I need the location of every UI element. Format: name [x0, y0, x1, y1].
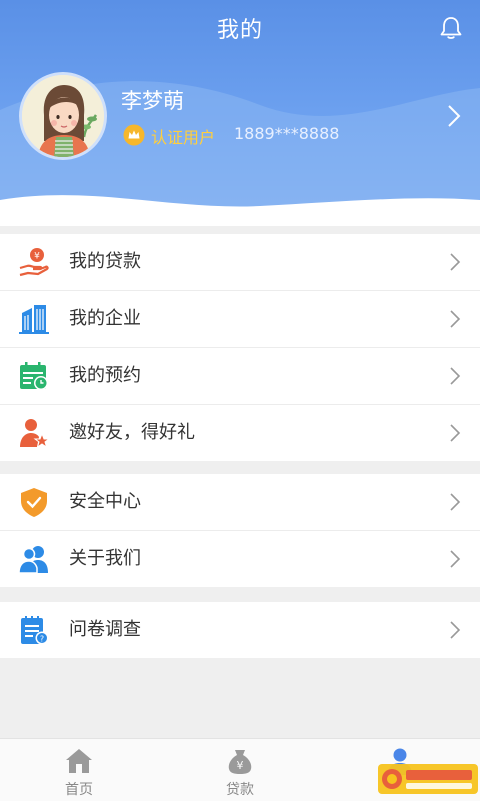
- chevron-right-icon: [450, 253, 461, 271]
- loan-hand-icon: ¥: [19, 248, 49, 277]
- calendar-clock-icon: [20, 362, 48, 390]
- chevron-right-icon: [450, 550, 461, 568]
- svg-text:¥: ¥: [237, 759, 244, 772]
- avatar-illustration: [22, 75, 104, 157]
- chevron-right-icon: [450, 424, 461, 442]
- menu-item-my-loans[interactable]: ¥ 我的贷款: [0, 234, 480, 291]
- chevron-right-icon: [450, 493, 461, 511]
- home-icon: [66, 749, 92, 773]
- menu-group-main: ¥ 我的贷款 我的企业 我的预约 邀好友，得好礼: [0, 234, 480, 461]
- chevron-right-icon: [450, 621, 461, 639]
- svg-text:¥: ¥: [34, 252, 40, 262]
- money-bag-icon: ¥: [228, 750, 252, 774]
- chevron-right-icon[interactable]: [446, 103, 462, 129]
- nav-item-home[interactable]: 首页: [29, 739, 129, 801]
- menu-item-security-center[interactable]: 安全中心: [0, 474, 480, 531]
- menu-item-my-enterprise[interactable]: 我的企业: [0, 291, 480, 348]
- svg-text:?: ?: [40, 635, 44, 644]
- menu-item-about-us[interactable]: 关于我们: [0, 531, 480, 587]
- menu-item-label: 关于我们: [69, 548, 141, 569]
- verified-user-badge: 认证用户: [151, 128, 216, 147]
- chevron-right-icon: [450, 367, 461, 385]
- avatar[interactable]: [19, 72, 107, 160]
- watermark-logo: [378, 764, 478, 794]
- menu-group-survey: ? 问卷调查: [0, 602, 480, 658]
- crown-icon: [123, 124, 145, 146]
- survey-icon: ?: [21, 616, 49, 645]
- menu-item-survey[interactable]: ? 问卷调查: [0, 602, 480, 658]
- nav-label: 贷款: [226, 782, 254, 798]
- chevron-right-icon: [450, 310, 461, 328]
- user-name: 李梦萌: [121, 89, 184, 113]
- invite-friend-icon: [20, 419, 50, 449]
- users-icon: [18, 546, 48, 574]
- bell-icon[interactable]: [438, 15, 464, 41]
- menu-item-label: 问卷调查: [69, 619, 141, 640]
- menu-item-label: 我的贷款: [69, 251, 141, 272]
- menu-item-invite-friends[interactable]: 邀好友，得好礼: [0, 405, 480, 461]
- profile-header: 我的 李梦萌 认证用户 1889***8888: [0, 0, 480, 226]
- enterprise-building-icon: [19, 305, 49, 334]
- page-title: 我的: [216, 18, 263, 43]
- menu-item-my-appointments[interactable]: 我的预约: [0, 348, 480, 405]
- menu-group-security: 安全中心 关于我们: [0, 474, 480, 587]
- nav-label: 首页: [65, 782, 93, 798]
- nav-item-loan[interactable]: ¥ 贷款: [190, 739, 290, 801]
- menu-item-label: 我的预约: [69, 365, 141, 386]
- menu-item-label: 邀好友，得好礼: [69, 422, 195, 443]
- phone-number: 1889***8888: [234, 124, 340, 143]
- menu-item-label: 安全中心: [69, 491, 141, 512]
- menu-item-label: 我的企业: [69, 308, 141, 329]
- shield-check-icon: [21, 488, 47, 517]
